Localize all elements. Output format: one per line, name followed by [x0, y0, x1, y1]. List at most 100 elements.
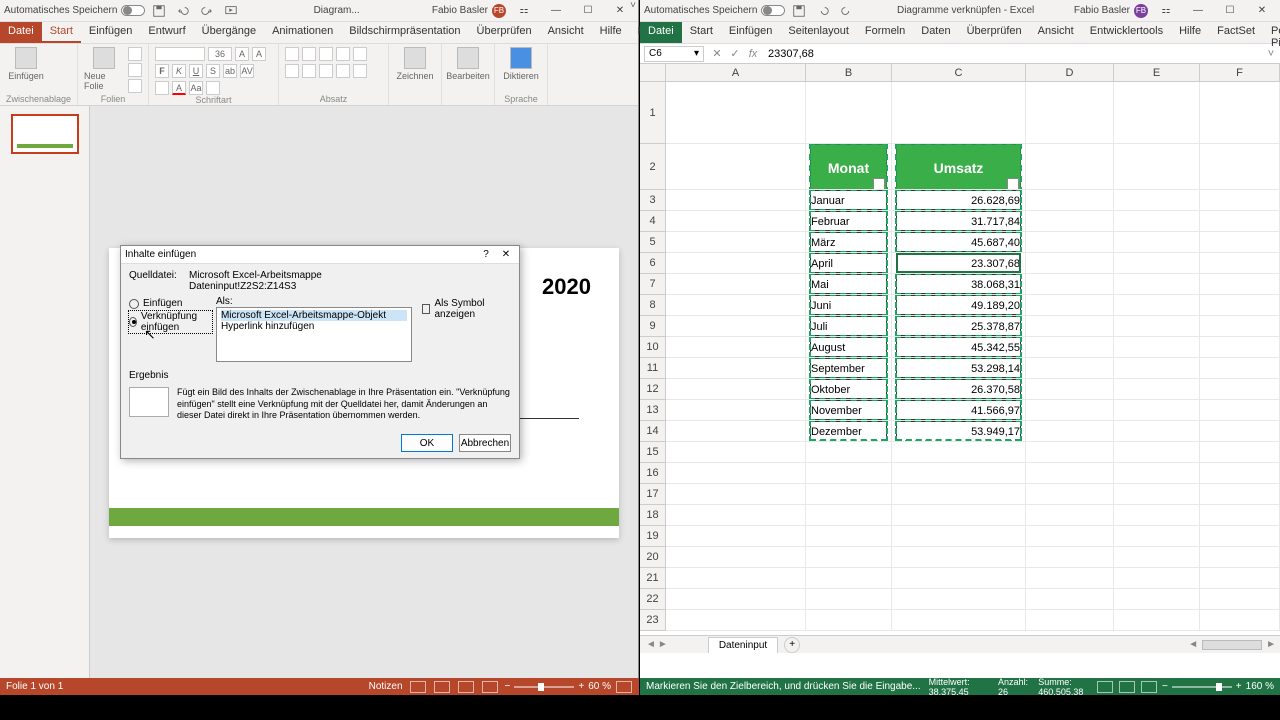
cell[interactable] [1200, 505, 1280, 526]
cancel-formula-icon[interactable]: ✕ [708, 47, 726, 60]
editing-button[interactable]: Bearbeiten [448, 47, 488, 81]
tab-einfuegen[interactable]: Einfügen [81, 22, 140, 43]
sheet-nav-prev-icon[interactable]: ◄ [646, 639, 656, 650]
cell[interactable] [1026, 144, 1114, 190]
normal-view-icon[interactable] [1097, 681, 1113, 693]
cell[interactable] [892, 547, 1026, 568]
cell[interactable] [666, 547, 806, 568]
italic-button[interactable]: K [172, 64, 186, 78]
cell[interactable] [1114, 421, 1200, 442]
cell[interactable]: Dezember [806, 421, 892, 442]
autosave-toggle[interactable] [121, 5, 145, 16]
clear-format-icon[interactable] [206, 81, 220, 95]
maximize-icon[interactable]: ☐ [574, 5, 602, 16]
tab-animationen[interactable]: Animationen [264, 22, 341, 43]
row-header[interactable]: 19 [640, 526, 666, 547]
minimize-icon[interactable]: — [1184, 5, 1212, 16]
cell[interactable]: November [806, 400, 892, 421]
cell[interactable] [1114, 463, 1200, 484]
cell[interactable] [1026, 421, 1114, 442]
bold-button[interactable]: F [155, 64, 169, 78]
cell[interactable]: 53.949,17 [892, 421, 1026, 442]
ppt-user-badge[interactable]: FB [492, 4, 506, 18]
cell[interactable] [1026, 526, 1114, 547]
tab-hilfe[interactable]: Hilfe [592, 22, 630, 43]
cell[interactable] [806, 484, 892, 505]
tab-datei[interactable]: Datei [0, 22, 42, 43]
cell[interactable] [1114, 589, 1200, 610]
sheet-tab-dateninput[interactable]: Dateninput [708, 637, 778, 653]
cell[interactable] [1114, 211, 1200, 232]
cell[interactable] [1114, 547, 1200, 568]
cell[interactable] [1026, 400, 1114, 421]
cell[interactable] [666, 442, 806, 463]
cell[interactable] [1114, 232, 1200, 253]
radio-insert[interactable]: Einfügen [129, 298, 212, 309]
tab-start[interactable]: Start [682, 22, 721, 43]
cell[interactable]: Umsatz▾ [892, 144, 1026, 190]
cell[interactable] [1026, 253, 1114, 274]
align-left-icon[interactable] [285, 64, 299, 78]
cell[interactable] [666, 211, 806, 232]
cell[interactable] [1026, 442, 1114, 463]
paste-button[interactable]: Einfügen [6, 47, 46, 81]
decrease-font-icon[interactable]: A [252, 47, 266, 61]
cell[interactable]: Mai [806, 274, 892, 295]
cell[interactable] [1114, 144, 1200, 190]
cell[interactable] [666, 82, 806, 144]
slide-thumbnail-1[interactable] [11, 114, 79, 154]
row-header[interactable]: 2 [640, 144, 666, 190]
collapse-ribbon-icon[interactable]: ˅ [630, 0, 636, 11]
col-header-D[interactable]: D [1026, 64, 1114, 81]
cell[interactable]: 45.342,55 [892, 337, 1026, 358]
cell[interactable]: März [806, 232, 892, 253]
columns-icon[interactable] [353, 64, 367, 78]
col-header-C[interactable]: C [892, 64, 1026, 81]
minimize-icon[interactable]: — [542, 5, 570, 16]
cell[interactable] [1200, 442, 1280, 463]
cell[interactable]: Monat▾ [806, 144, 892, 190]
cell[interactable]: Juli [806, 316, 892, 337]
zoom-slider[interactable] [1172, 686, 1232, 688]
cell[interactable] [1026, 547, 1114, 568]
row-header[interactable]: 23 [640, 610, 666, 631]
autosave-toggle[interactable] [761, 5, 785, 16]
cell[interactable] [892, 463, 1026, 484]
save-icon[interactable] [792, 4, 806, 18]
row-header[interactable]: 22 [640, 589, 666, 610]
row-header[interactable]: 15 [640, 442, 666, 463]
cell[interactable]: 25.378,87 [892, 316, 1026, 337]
sorter-view-icon[interactable] [434, 681, 450, 693]
cell[interactable] [1200, 232, 1280, 253]
cell[interactable]: 53.298,14 [892, 358, 1026, 379]
dialog-help-icon[interactable]: ? [477, 249, 495, 260]
row-header[interactable]: 17 [640, 484, 666, 505]
cell[interactable] [1200, 589, 1280, 610]
select-all-corner[interactable] [640, 64, 666, 81]
cell[interactable] [1026, 82, 1114, 144]
font-size-box[interactable]: 36 [208, 47, 232, 61]
pagelayout-view-icon[interactable] [1119, 681, 1135, 693]
zoom-in-icon[interactable]: + [1236, 681, 1242, 692]
indent-inc-icon[interactable] [336, 47, 350, 61]
cell[interactable]: Juni [806, 295, 892, 316]
cell[interactable] [1200, 526, 1280, 547]
cell[interactable] [1026, 316, 1114, 337]
cell[interactable] [1026, 190, 1114, 211]
increase-font-icon[interactable]: A [235, 47, 249, 61]
cell[interactable] [1200, 82, 1280, 144]
font-color-icon[interactable]: A [172, 81, 186, 95]
cell[interactable] [1200, 484, 1280, 505]
strike-button[interactable]: S [206, 64, 220, 78]
cell[interactable] [666, 316, 806, 337]
cell[interactable] [666, 610, 806, 631]
cell[interactable]: 49.189,20 [892, 295, 1026, 316]
col-header-B[interactable]: B [806, 64, 892, 81]
fx-icon[interactable]: fx [744, 48, 762, 60]
cell[interactable] [892, 589, 1026, 610]
row-header[interactable]: 4 [640, 211, 666, 232]
cell[interactable]: 23.307,68 [892, 253, 1026, 274]
cell[interactable] [1200, 610, 1280, 631]
cancel-button[interactable]: Abbrechen [459, 434, 511, 452]
cell[interactable] [666, 274, 806, 295]
